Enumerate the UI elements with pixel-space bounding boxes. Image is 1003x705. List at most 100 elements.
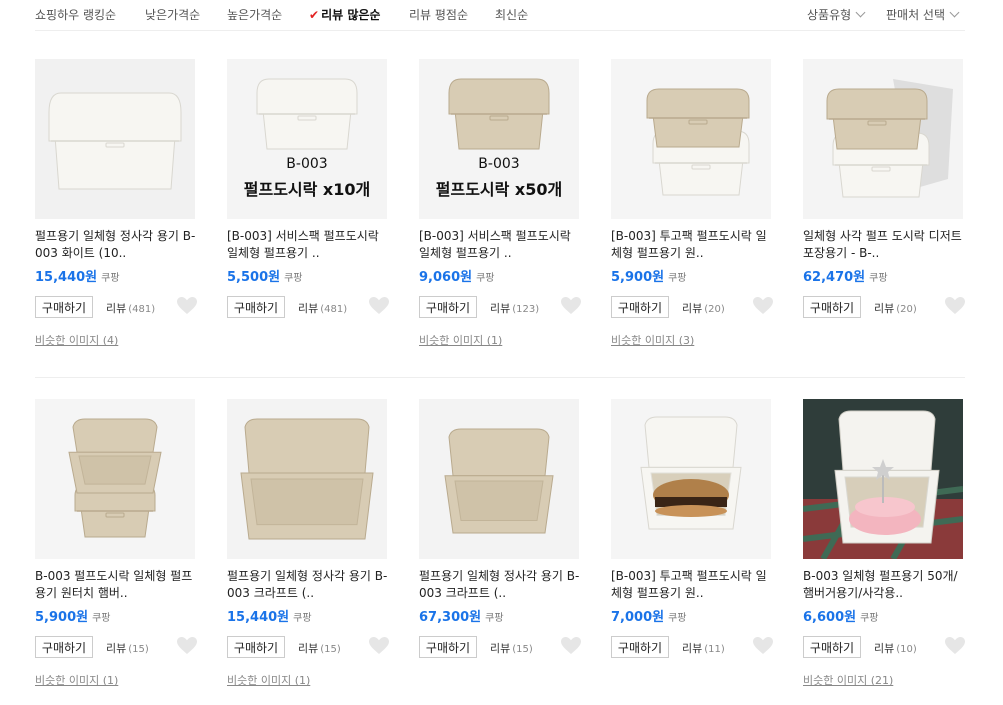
buy-button[interactable]: 구매하기: [419, 296, 477, 318]
similar-images-link[interactable]: [803, 332, 969, 346]
review-label: 리뷰: [298, 302, 319, 315]
product-actions: 구매하기 리뷰 (15): [419, 636, 585, 660]
heart-icon[interactable]: [944, 296, 966, 320]
similar-images-link[interactable]: [611, 672, 777, 686]
product-thumbnail[interactable]: B-003 펄프도시락 x50개: [419, 59, 579, 219]
sort-option-label: 리뷰 많은순: [321, 8, 381, 22]
review-link[interactable]: 리뷰 (481): [298, 300, 347, 316]
sort-option-label: 쇼핑하우 랭킹순: [35, 8, 117, 22]
heart-icon[interactable]: [176, 636, 198, 660]
heart-icon[interactable]: [752, 296, 774, 320]
product-title[interactable]: [B-003] 서비스팩 펄프도시락 일체형 펄프용기 ..: [227, 228, 391, 262]
buy-button[interactable]: 구매하기: [227, 636, 285, 658]
similar-images-link[interactable]: 비슷한 이미지 (4): [35, 332, 201, 347]
product-card: 펄프용기 일체형 정사각 용기 B-003 크라프트 (.. 15,440원 쿠팡…: [227, 399, 393, 687]
similar-images-link[interactable]: 비슷한 이미지 (3): [611, 332, 777, 347]
sort-option[interactable]: 최신순: [495, 6, 528, 23]
similar-images-link[interactable]: 비슷한 이미지 (21): [803, 672, 969, 687]
product-card: 일체형 사각 펄프 도시락 디저트 포장용기 - B-.. 62,470원 쿠팡 …: [803, 59, 969, 346]
product-thumbnail[interactable]: [35, 399, 195, 559]
product-title[interactable]: 펄프용기 일체형 정사각 용기 B-003 크라프트 (..: [227, 568, 391, 602]
product-thumbnail[interactable]: B-003 펄프도시락 x10개: [227, 59, 387, 219]
product-card: 펄프용기 일체형 정사각 용기 B-003 화이트 (10.. 15,440원 쿠…: [35, 59, 201, 347]
review-link[interactable]: 리뷰 (123): [490, 300, 539, 316]
buy-button[interactable]: 구매하기: [419, 636, 477, 658]
buy-button[interactable]: 구매하기: [803, 636, 861, 658]
sort-option[interactable]: ✔ 리뷰 많은순: [309, 6, 380, 23]
product-title[interactable]: 일체형 사각 펄프 도시락 디저트 포장용기 - B-..: [803, 228, 967, 262]
product-actions: 구매하기 리뷰 (481): [227, 296, 393, 320]
buy-button[interactable]: 구매하기: [35, 636, 93, 658]
review-link[interactable]: 리뷰 (15): [490, 640, 533, 656]
buy-button[interactable]: 구매하기: [611, 296, 669, 318]
product-thumbnail[interactable]: [611, 399, 771, 559]
product-title[interactable]: 펄프용기 일체형 정사각 용기 B-003 화이트 (10..: [35, 228, 199, 262]
product-actions: 구매하기 리뷰 (481): [35, 296, 201, 320]
sort-option[interactable]: 높은가격순: [227, 6, 282, 23]
review-link[interactable]: 리뷰 (10): [874, 640, 917, 656]
product-actions: 구매하기 리뷰 (15): [35, 636, 201, 660]
product-price: 6,600원: [803, 610, 857, 625]
product-title[interactable]: [B-003] 투고팩 펄프도시락 일체형 펄프용기 원..: [611, 568, 775, 602]
product-card: [B-003] 투고팩 펄프도시락 일체형 펄프용기 원.. 7,000원 쿠팡 …: [611, 399, 777, 686]
buy-button[interactable]: 구매하기: [611, 636, 669, 658]
heart-icon[interactable]: [368, 636, 390, 660]
product-image: [227, 399, 387, 559]
similar-images-link[interactable]: [227, 332, 393, 346]
product-thumbnail[interactable]: [803, 59, 963, 219]
product-thumbnail[interactable]: [611, 59, 771, 219]
product-title[interactable]: B-003 펄프도시락 일체형 펄프용기 원터치 햄버..: [35, 568, 199, 602]
buy-button[interactable]: 구매하기: [803, 296, 861, 318]
review-label: 리뷰: [490, 302, 511, 315]
heart-icon[interactable]: [368, 296, 390, 320]
review-link[interactable]: 리뷰 (15): [298, 640, 341, 656]
heart-icon[interactable]: [560, 636, 582, 660]
product-thumbnail[interactable]: [419, 399, 579, 559]
review-link[interactable]: 리뷰 (20): [682, 300, 725, 316]
product-title[interactable]: [B-003] 투고팩 펄프도시락 일체형 펄프용기 원..: [611, 228, 775, 262]
price-line: 5,500원 쿠팡: [227, 266, 393, 285]
review-link[interactable]: 리뷰 (15): [106, 640, 149, 656]
buy-button[interactable]: 구매하기: [35, 296, 93, 318]
product-image: [611, 59, 771, 219]
similar-images-link[interactable]: 비슷한 이미지 (1): [35, 672, 201, 687]
product-image: [803, 399, 963, 559]
heart-icon[interactable]: [944, 636, 966, 660]
heart-icon[interactable]: [752, 636, 774, 660]
sort-option[interactable]: 낮은가격순: [145, 6, 200, 23]
product-actions: 구매하기 리뷰 (11): [611, 636, 777, 660]
seller-name: 쿠팡: [869, 273, 888, 284]
product-thumbnail[interactable]: [35, 59, 195, 219]
review-count: (15): [512, 644, 533, 655]
product-title[interactable]: [B-003] 서비스팩 펄프도시락 일체형 펄프용기 ..: [419, 228, 583, 262]
seller-name: 쿠팡: [476, 273, 495, 284]
image-label-quantity: 펄프도시락 x50개: [435, 180, 563, 199]
sort-option-label: 최신순: [495, 8, 529, 22]
seller-name: 쿠팡: [485, 613, 504, 624]
product-type-filter[interactable]: 상품유형: [807, 6, 866, 23]
buy-button[interactable]: 구매하기: [227, 296, 285, 318]
similar-images-link[interactable]: 비슷한 이미지 (1): [419, 332, 585, 347]
product-thumbnail[interactable]: [227, 399, 387, 559]
product-title[interactable]: 펄프용기 일체형 정사각 용기 B-003 크라프트 (..: [419, 568, 583, 602]
similar-images-link[interactable]: [419, 672, 585, 686]
review-link[interactable]: 리뷰 (11): [682, 640, 725, 656]
review-label: 리뷰: [874, 302, 895, 315]
sort-option[interactable]: 쇼핑하우 랭킹순: [35, 6, 116, 23]
review-link[interactable]: 리뷰 (481): [106, 300, 155, 316]
product-image: [35, 399, 195, 559]
seller-filter[interactable]: 판매처 선택: [886, 6, 960, 23]
similar-images-link[interactable]: 비슷한 이미지 (1): [227, 672, 393, 687]
price-line: 9,060원 쿠팡: [419, 266, 585, 285]
price-line: 67,300원 쿠팡: [419, 606, 585, 625]
seller-name: 쿠팡: [92, 613, 111, 624]
heart-icon[interactable]: [560, 296, 582, 320]
heart-icon[interactable]: [176, 296, 198, 320]
product-thumbnail[interactable]: [803, 399, 963, 559]
product-price: 9,060원: [419, 270, 473, 285]
product-image: [611, 399, 771, 559]
chevron-down-icon: [949, 7, 960, 18]
product-title[interactable]: B-003 일체형 펄프용기 50개/햄버거용기/사각용..: [803, 568, 967, 602]
review-link[interactable]: 리뷰 (20): [874, 300, 917, 316]
sort-option[interactable]: 리뷰 평점순: [409, 6, 468, 23]
